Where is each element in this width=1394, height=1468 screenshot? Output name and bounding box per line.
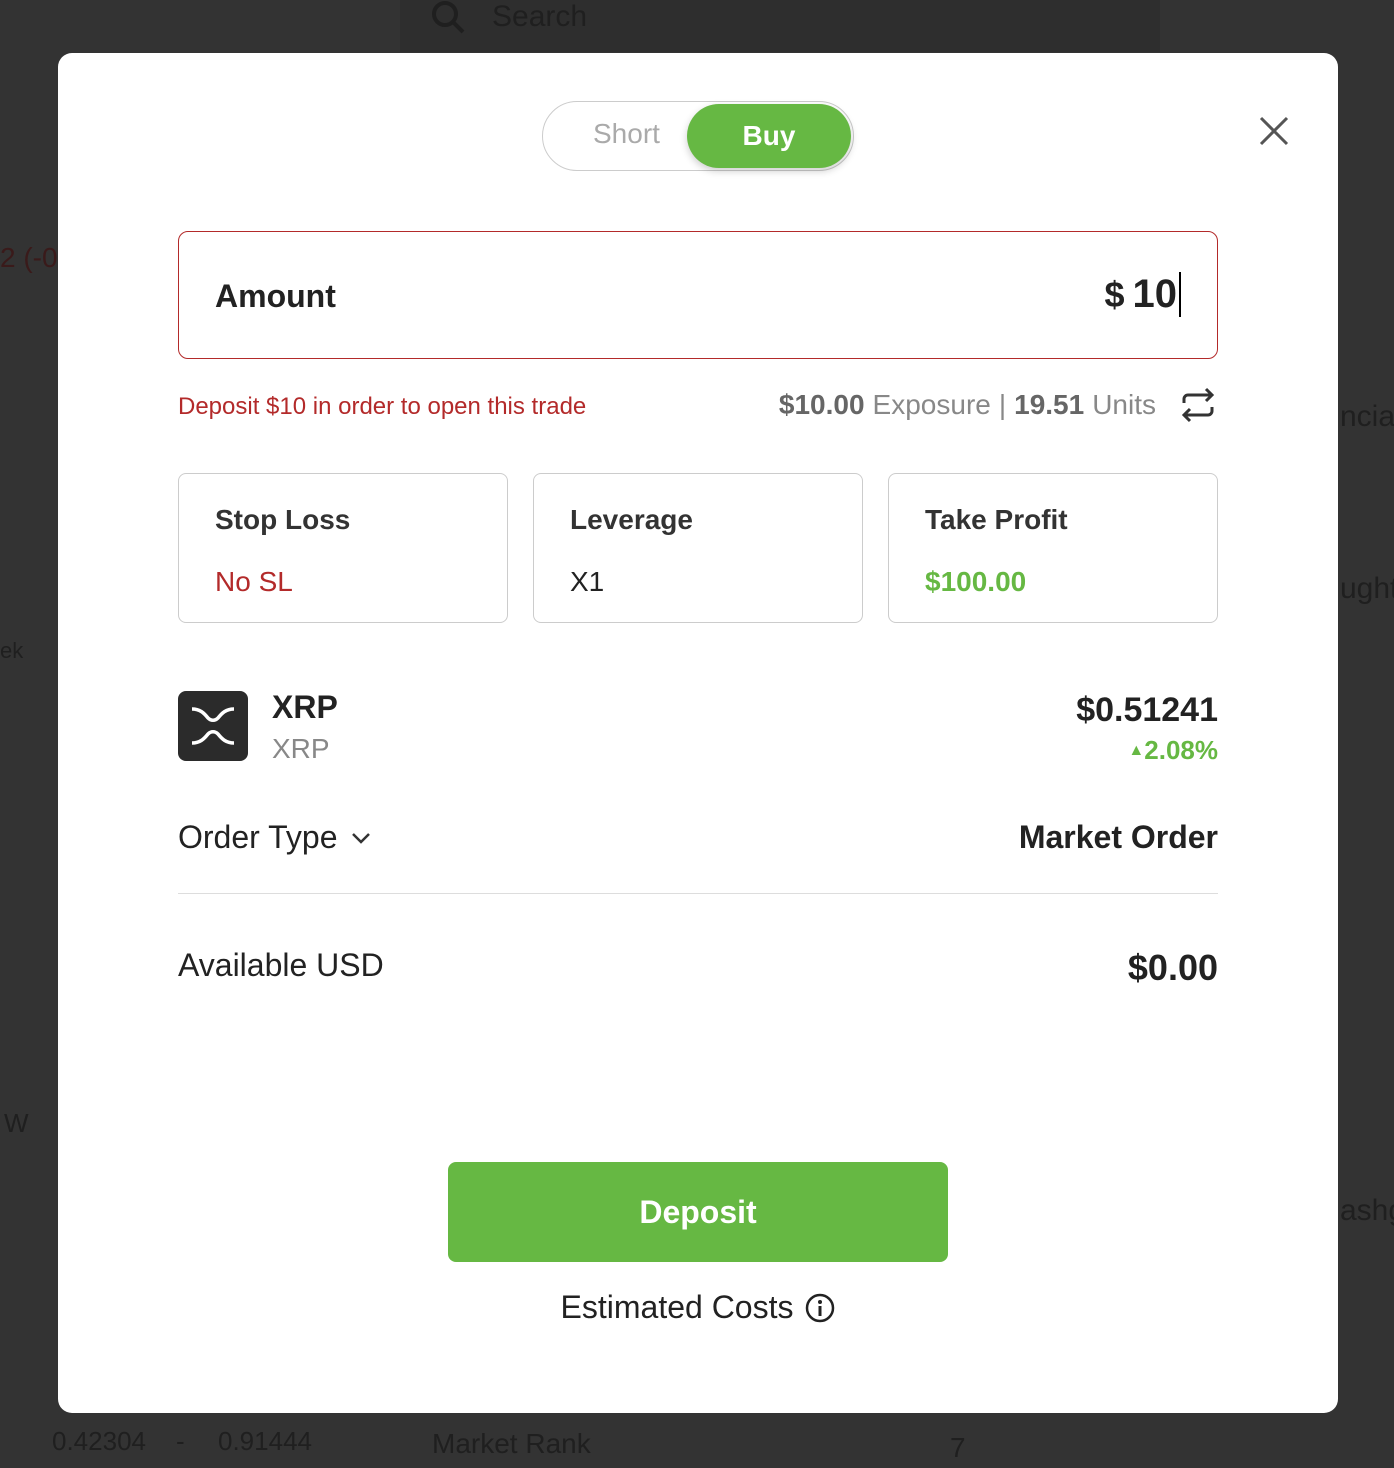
leverage-card[interactable]: Leverage X1 <box>533 473 863 623</box>
bg-range-sep: - <box>176 1426 185 1456</box>
asset-change: ▲2.08% <box>1128 735 1218 766</box>
available-label: Available USD <box>178 947 384 983</box>
deposit-button[interactable]: Deposit <box>448 1162 948 1262</box>
amount-input[interactable]: Amount $10 <box>178 231 1218 359</box>
card-value: X1 <box>570 566 605 597</box>
chevron-down-icon <box>352 832 371 844</box>
up-arrow-icon: ▲ <box>1128 742 1145 759</box>
bg-range-low: 0.42304 <box>52 1426 146 1456</box>
swap-icon[interactable] <box>1178 387 1218 423</box>
card-title: Stop Loss <box>215 504 351 535</box>
short-option[interactable]: Short <box>593 118 660 150</box>
divider <box>178 893 1218 894</box>
estimated-costs[interactable]: Estimated Costs <box>58 1289 1338 1326</box>
card-title: Leverage <box>570 504 693 535</box>
order-type-dropdown[interactable]: Order Type <box>178 819 371 856</box>
bg-change: 2 (-0. <box>0 242 66 273</box>
bg-range-high: 0.91444 <box>218 1426 312 1456</box>
asset-price: $0.51241 <box>1076 691 1218 729</box>
xrp-logo <box>178 691 248 761</box>
bg-market-rank: Market Rank <box>432 1428 591 1459</box>
card-value: No SL <box>215 566 293 597</box>
info-icon[interactable] <box>805 1293 835 1323</box>
asset-name: XRP <box>272 689 338 725</box>
exposure-value: $10.00 <box>778 389 865 420</box>
order-type-value: Market Order <box>1018 819 1218 855</box>
bg-text: ncia <box>1340 400 1394 433</box>
bg-text: ught <box>1340 572 1394 605</box>
stop-loss-card[interactable]: Stop Loss No SL <box>178 473 508 623</box>
amount-value[interactable]: $10 <box>1104 272 1181 317</box>
card-title: Take Profit <box>925 504 1068 535</box>
close-icon[interactable] <box>1258 115 1290 147</box>
background-search: Search <box>400 0 1160 52</box>
deposit-warning: Deposit $10 in order to open this trade <box>178 393 587 420</box>
short-buy-toggle[interactable]: Short Buy <box>542 101 854 171</box>
search-icon <box>432 1 465 34</box>
units-label: Units <box>1092 389 1156 420</box>
take-profit-card[interactable]: Take Profit $100.00 <box>888 473 1218 623</box>
search-placeholder: Search <box>492 0 588 33</box>
bg-text: ek <box>0 638 24 663</box>
separator: | <box>998 389 1007 420</box>
amount-label: Amount <box>215 278 336 314</box>
exposure-label: Exposure <box>872 389 991 420</box>
currency-symbol: $ <box>1104 274 1125 315</box>
bg-market-rank-value: 7 <box>950 1432 966 1463</box>
asset-symbol: XRP <box>272 733 330 764</box>
card-value: $100.00 <box>925 566 1027 597</box>
amount-number: 10 <box>1132 272 1178 316</box>
trade-modal: Short Buy Amount $10 Deposit $10 in orde… <box>58 53 1338 1413</box>
order-type-label: Order Type <box>178 819 338 855</box>
available-value: $0.00 <box>1127 947 1218 988</box>
units-value: 19.51 <box>1014 389 1085 420</box>
bg-text: ashg <box>1340 1194 1394 1227</box>
exposure-info: $10.00 Exposure | 19.51 Units <box>779 387 1218 423</box>
xrp-icon <box>191 707 235 745</box>
buy-option[interactable]: Buy <box>687 104 851 168</box>
change-value: 2.08% <box>1144 735 1218 765</box>
estimated-costs-label: Estimated Costs <box>560 1289 794 1325</box>
bg-text: W <box>4 1108 29 1138</box>
